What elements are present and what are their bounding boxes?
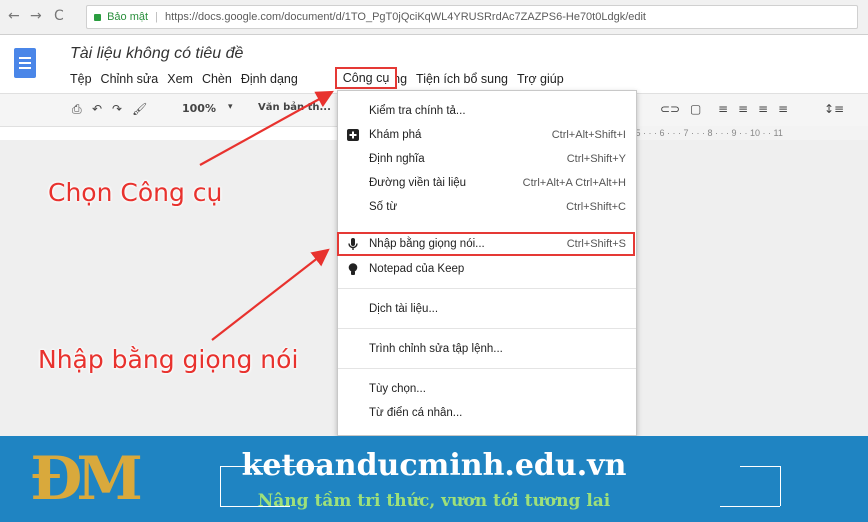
arrow-to-voice-typing (211, 248, 330, 341)
annotation-voice-typing: Nhập bằng giọng nói (38, 345, 299, 374)
banner-site-name: ketoanducminh.edu.vn (241, 448, 627, 483)
annotation-choose-tools: Chọn Công cụ (48, 178, 223, 207)
arrow-to-tools-menu (199, 90, 334, 166)
brand-banner: ĐM ketoanducminh.edu.vn Nâng tầm tri thứ… (0, 436, 868, 522)
banner-slogan: Nâng tầm tri thức, vươn tới tương lai (257, 491, 611, 511)
